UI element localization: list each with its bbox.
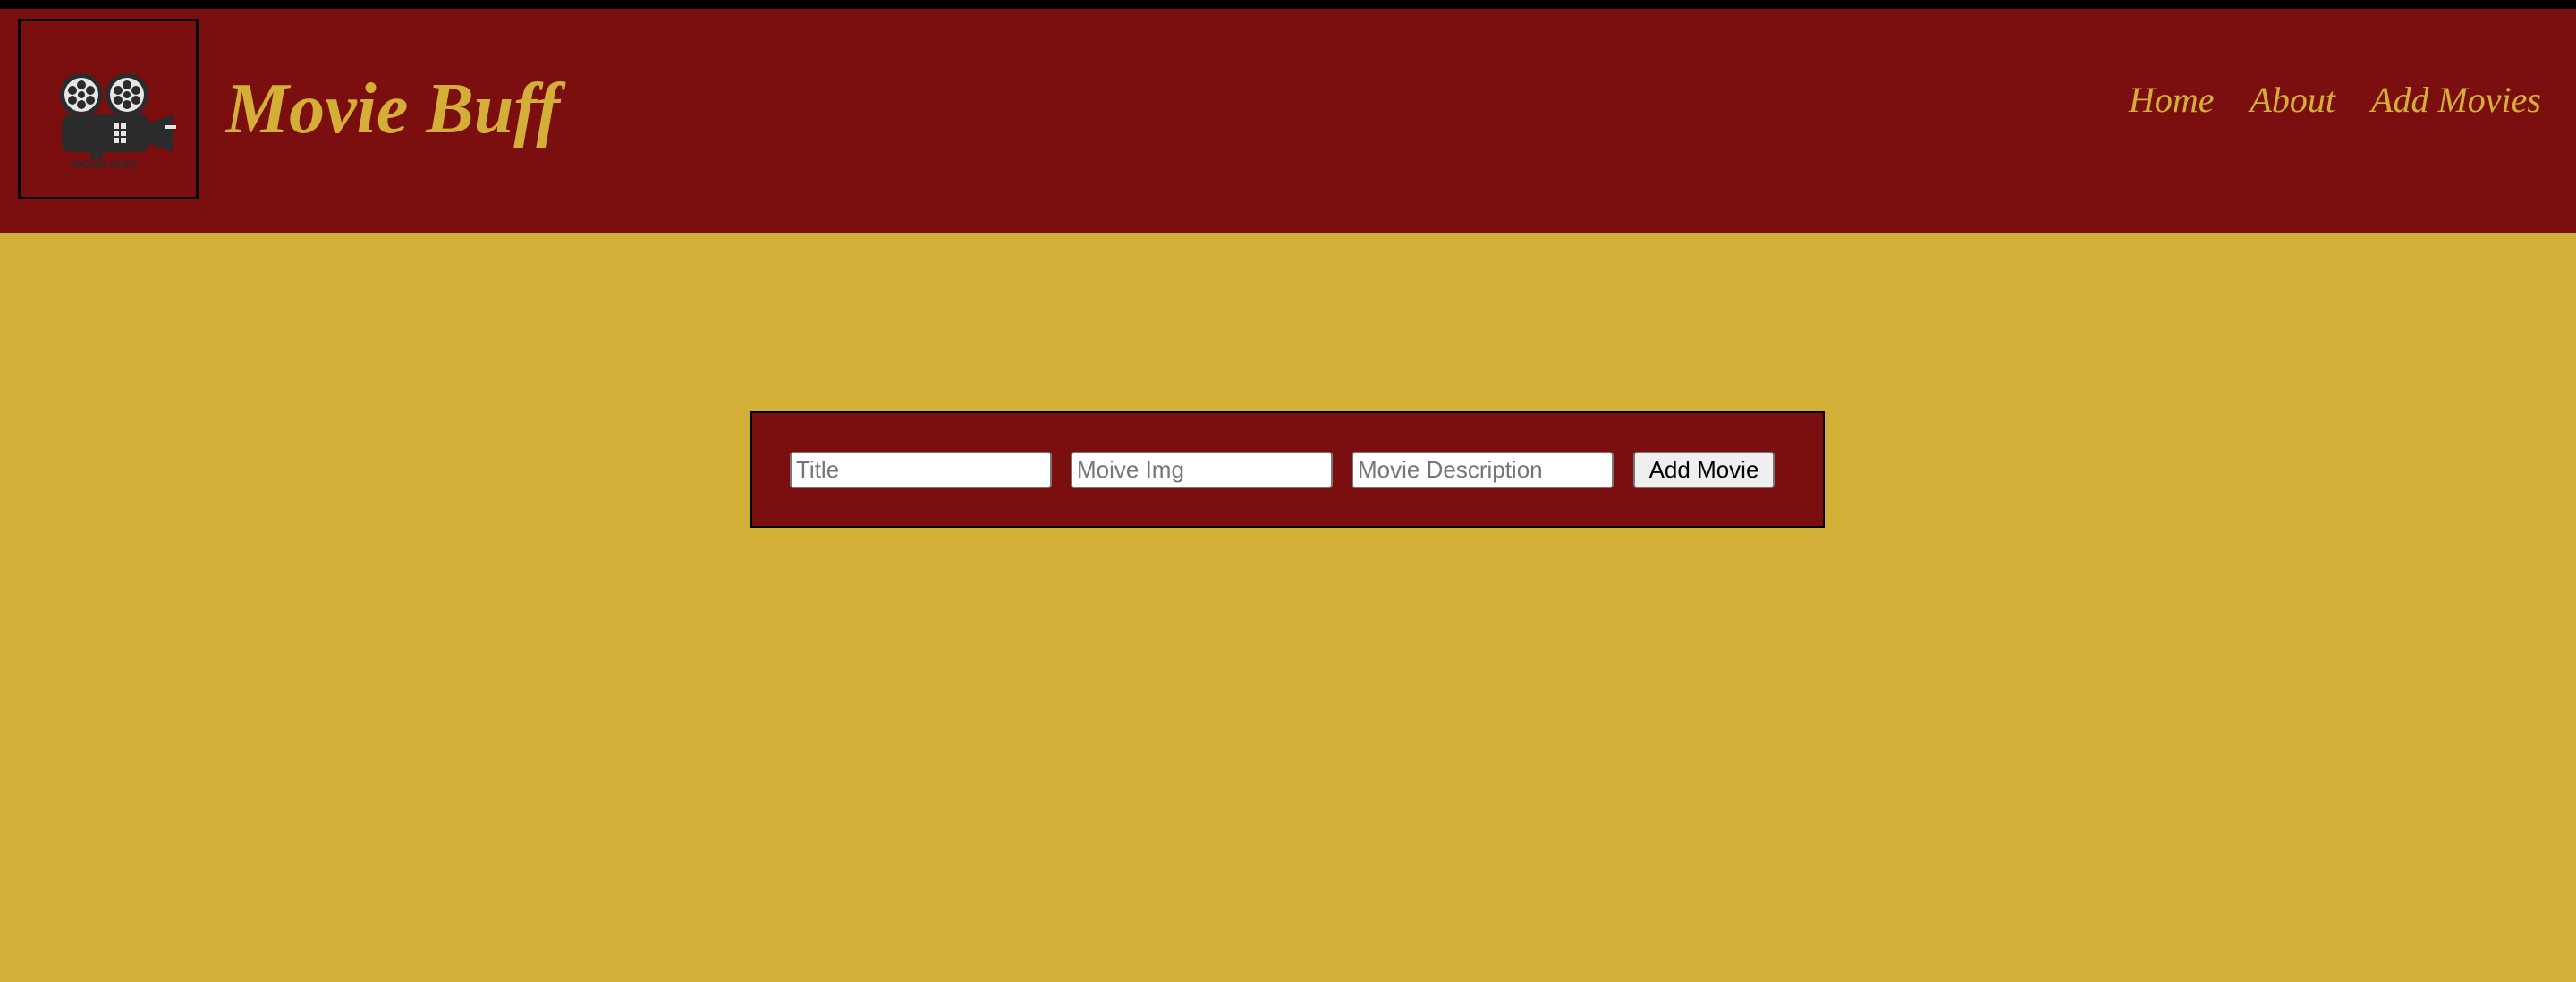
add-movie-button[interactable]: Add Movie bbox=[1633, 452, 1775, 488]
logo-caption: MOVIE BUFF bbox=[72, 158, 139, 171]
title-input[interactable] bbox=[790, 452, 1052, 488]
nav-link-about[interactable]: About bbox=[2250, 80, 2336, 121]
logo[interactable]: MOVIE BUFF bbox=[18, 19, 199, 199]
main-nav: Home About Add Movies bbox=[2129, 80, 2541, 121]
movie-description-input[interactable] bbox=[1352, 452, 1614, 488]
nav-link-home[interactable]: Home bbox=[2129, 80, 2215, 121]
nav-link-add-movies[interactable]: Add Movies bbox=[2371, 80, 2541, 121]
movie-img-input[interactable] bbox=[1071, 452, 1333, 488]
site-header: MOVIE BUFF Movie Buff Home About Add Mov… bbox=[0, 9, 2576, 233]
add-movie-form: Add Movie bbox=[750, 411, 1825, 528]
site-title: Movie Buff bbox=[225, 70, 561, 148]
top-strip bbox=[0, 0, 2576, 9]
movie-camera-icon: MOVIE BUFF bbox=[60, 73, 176, 171]
